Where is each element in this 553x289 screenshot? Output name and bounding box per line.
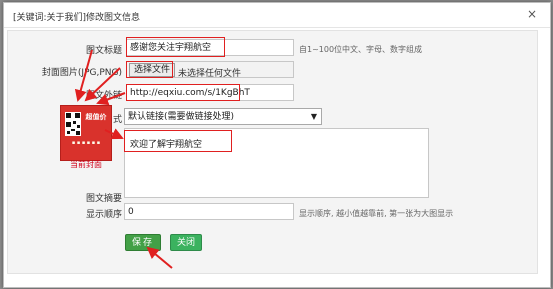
thumbnail-footer-stripe: ▪ ▪ ▪ ▪ ▪ ▪ (71, 140, 101, 146)
link-mode-value: 默认链接(需要做链接处理) (128, 112, 235, 122)
close-button[interactable]: 关闭 (170, 234, 202, 251)
dialog-title: [关键词:关于我们]修改图文信息 (13, 13, 141, 23)
order-label: 显示顺序 (85, 210, 122, 220)
link-label: 图文外链 (85, 91, 122, 101)
qr-code-icon (65, 112, 81, 136)
file-status: 未选择任何文件 (178, 69, 242, 79)
dialog-titlebar: [关键词:关于我们]修改图文信息 × (4, 3, 550, 28)
cover-label: 封面图片(JPG,PNG) (41, 68, 122, 78)
current-cover-caption: 当前封面 (70, 160, 102, 169)
title-hint: 自1~100位中文、字母、数字组成 (299, 45, 423, 54)
file-annotation-box (126, 61, 173, 78)
title-annotation-box (126, 37, 225, 57)
order-hint: 显示顺序, 越小值越靠前, 第一张为大图显示 (299, 209, 454, 218)
summary-label: 图文摘要 (85, 194, 122, 204)
close-icon[interactable]: × (525, 7, 539, 21)
order-input[interactable]: 0 (124, 203, 294, 220)
cover-thumbnail: 超值价 ▪ ▪ ▪ ▪ ▪ ▪ (60, 105, 112, 161)
chevron-down-icon: ▼ (310, 112, 317, 121)
link-annotation-box (126, 84, 240, 101)
link-mode-select[interactable]: 默认链接(需要做链接处理) ▼ (124, 108, 322, 125)
title-label: 图文标题 (85, 46, 122, 56)
save-button[interactable]: 保存 (125, 234, 161, 251)
thumbnail-brand-text: 超值价 (85, 113, 107, 121)
welcome-text: 欢迎了解宇翔航空 (130, 140, 203, 150)
